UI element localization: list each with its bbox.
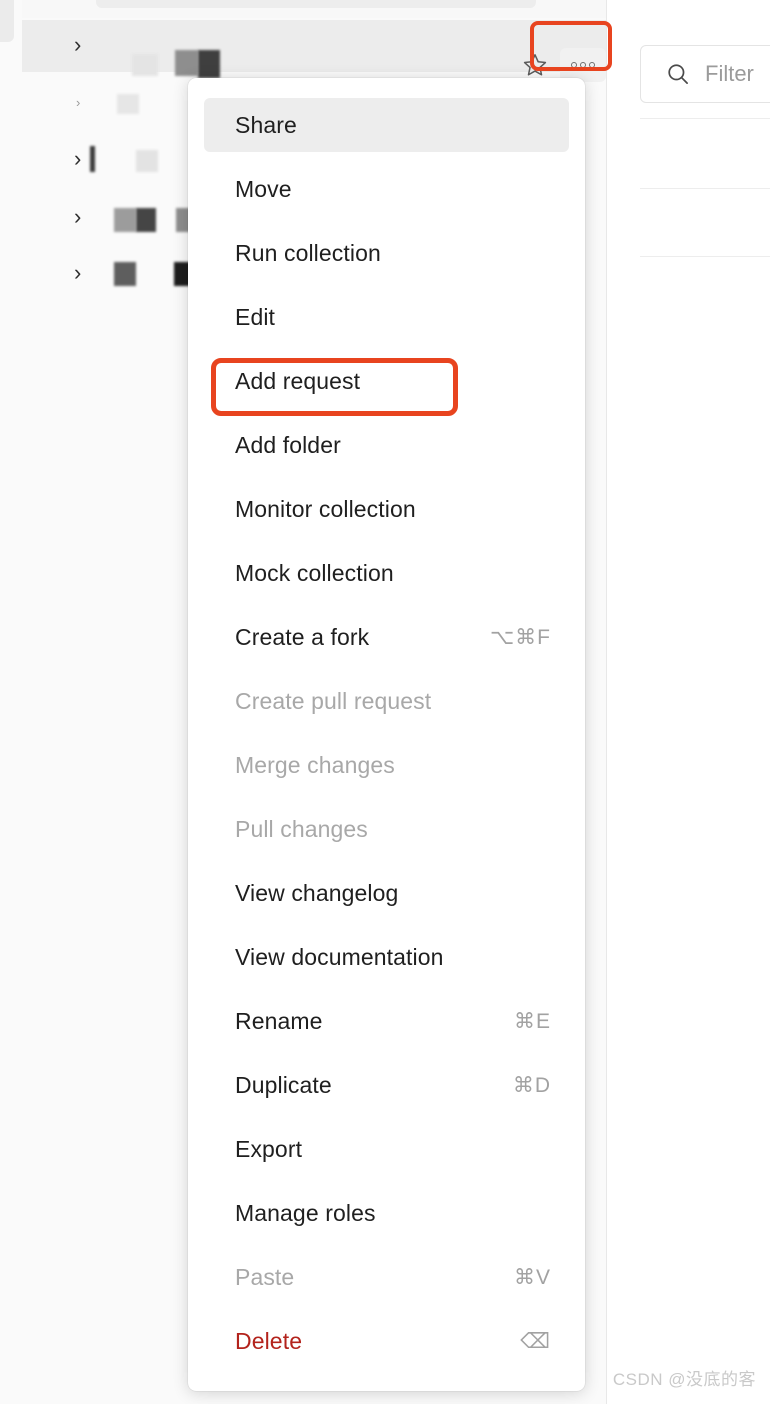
watermark: CSDN @没底的客 xyxy=(612,1370,756,1389)
menu-item-label: Paste xyxy=(235,1263,295,1290)
menu-item-label: Move xyxy=(235,175,292,202)
menu-item-edit[interactable]: Edit xyxy=(204,290,569,344)
search-icon xyxy=(665,61,691,87)
app-window: › › › › › Filter Share Move Run collecti… xyxy=(0,0,770,1404)
menu-item-export[interactable]: Export xyxy=(204,1122,569,1176)
menu-item-create-pull-request: Create pull request xyxy=(204,674,569,728)
redacted-text xyxy=(136,208,156,232)
menu-item-add-request[interactable]: Add request xyxy=(204,354,569,408)
redacted-text xyxy=(175,50,198,76)
more-dot xyxy=(580,62,586,68)
menu-item-label: Duplicate xyxy=(235,1071,332,1098)
menu-item-shortcut: ⌫ xyxy=(520,1329,551,1353)
menu-item-merge-changes: Merge changes xyxy=(204,738,569,792)
menu-item-label: View documentation xyxy=(235,943,444,970)
redacted-text xyxy=(114,262,136,286)
menu-item-shortcut: ⌘E xyxy=(513,1009,551,1033)
panel-divider xyxy=(640,118,770,119)
right-panel: Filter xyxy=(607,0,770,1404)
menu-item-delete[interactable]: Delete ⌫ xyxy=(204,1314,569,1368)
panel-divider xyxy=(640,188,770,189)
menu-item-pull-changes: Pull changes xyxy=(204,802,569,856)
menu-item-rename[interactable]: Rename ⌘E xyxy=(204,994,569,1048)
menu-item-label: Manage roles xyxy=(235,1199,376,1226)
menu-item-label: Rename xyxy=(235,1007,323,1034)
menu-item-label: Add folder xyxy=(235,431,341,458)
menu-item-share[interactable]: Share xyxy=(204,98,569,152)
menu-item-label: Create pull request xyxy=(235,687,432,714)
menu-item-label: Monitor collection xyxy=(235,495,416,522)
menu-item-monitor-collection[interactable]: Monitor collection xyxy=(204,482,569,536)
menu-item-label: Mock collection xyxy=(235,559,394,586)
menu-item-add-folder[interactable]: Add folder xyxy=(204,418,569,472)
chevron-right-icon[interactable]: › xyxy=(74,206,81,228)
menu-item-label: View changelog xyxy=(235,879,399,906)
menu-item-label: Delete xyxy=(235,1327,303,1354)
activity-rail xyxy=(0,0,23,1404)
chevron-right-icon[interactable]: › xyxy=(74,34,81,56)
menu-item-run-collection[interactable]: Run collection xyxy=(204,226,569,280)
sidebar-top-strip xyxy=(22,0,606,18)
chevron-right-icon[interactable]: › xyxy=(74,262,81,284)
tree-row[interactable]: › xyxy=(22,20,606,82)
redacted-text xyxy=(198,50,220,78)
star-icon[interactable] xyxy=(520,50,550,80)
menu-item-view-documentation[interactable]: View documentation xyxy=(204,930,569,984)
menu-item-shortcut: ⌘D xyxy=(512,1073,551,1097)
redacted-text xyxy=(136,150,158,172)
context-menu: Share Move Run collection Edit Add request Ad… xyxy=(188,78,585,1391)
menu-item-shortcut: ⌘V xyxy=(513,1265,551,1289)
menu-item-label: Export xyxy=(235,1135,303,1162)
more-dot xyxy=(589,62,595,68)
panel-divider xyxy=(640,256,770,257)
menu-item-manage-roles[interactable]: Manage roles xyxy=(204,1186,569,1240)
redacted-text xyxy=(90,146,95,172)
menu-item-paste: Paste ⌘V xyxy=(204,1250,569,1304)
menu-item-label: Merge changes xyxy=(235,751,395,778)
menu-item-label: Create a fork xyxy=(235,623,370,650)
menu-item-move[interactable]: Move xyxy=(204,162,569,216)
filter-input[interactable]: Filter xyxy=(640,45,770,103)
redacted-text xyxy=(132,54,158,76)
menu-item-label: Share xyxy=(235,111,297,138)
menu-item-create-a-fork[interactable]: Create a fork ⌥⌘F xyxy=(204,610,569,664)
redacted-text xyxy=(114,208,136,232)
menu-item-view-changelog[interactable]: View changelog xyxy=(204,866,569,920)
menu-item-shortcut: ⌥⌘F xyxy=(489,625,551,649)
rail-chip xyxy=(0,0,14,42)
menu-item-label: Pull changes xyxy=(235,815,368,842)
more-dot xyxy=(571,62,577,68)
menu-item-label: Add request xyxy=(235,367,361,394)
menu-item-label: Run collection xyxy=(235,239,381,266)
menu-item-duplicate[interactable]: Duplicate ⌘D xyxy=(204,1058,569,1112)
chevron-right-icon[interactable]: › xyxy=(74,148,81,170)
menu-item-mock-collection[interactable]: Mock collection xyxy=(204,546,569,600)
more-options-button[interactable] xyxy=(560,48,606,82)
filter-placeholder: Filter xyxy=(705,61,754,86)
redacted-text xyxy=(117,94,139,114)
menu-item-label: Edit xyxy=(235,303,276,330)
chevron-right-icon[interactable]: › xyxy=(76,96,80,109)
